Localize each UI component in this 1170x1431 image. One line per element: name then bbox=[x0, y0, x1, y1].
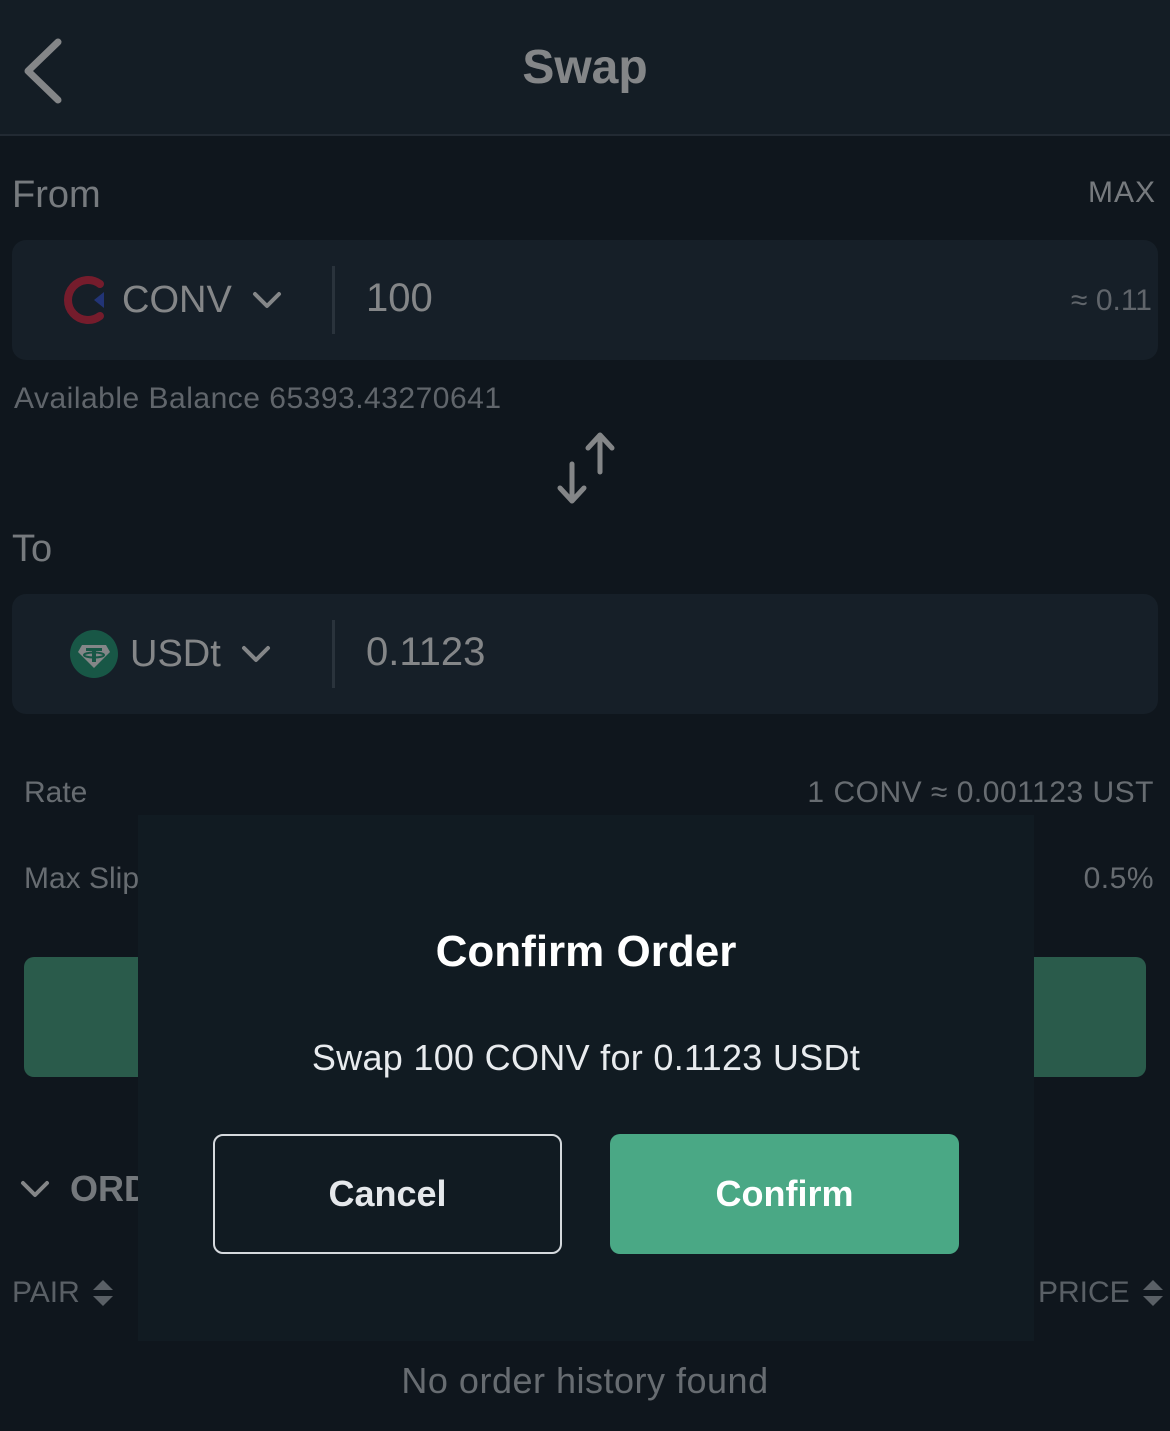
dialog-title: Confirm Order bbox=[435, 927, 737, 976]
dialog-message: Swap 100 CONV for 0.1123 USDt bbox=[311, 1037, 861, 1078]
swap-screen: Swap From MAX CONV 100 ≈ 0.11 Available … bbox=[0, 0, 1170, 1431]
confirm-order-dialog: Confirm Order Swap 100 CONV for 0.1123 U… bbox=[138, 815, 1034, 1341]
confirm-button[interactable]: Confirm bbox=[610, 1134, 959, 1254]
cancel-button[interactable]: Cancel bbox=[213, 1134, 562, 1254]
